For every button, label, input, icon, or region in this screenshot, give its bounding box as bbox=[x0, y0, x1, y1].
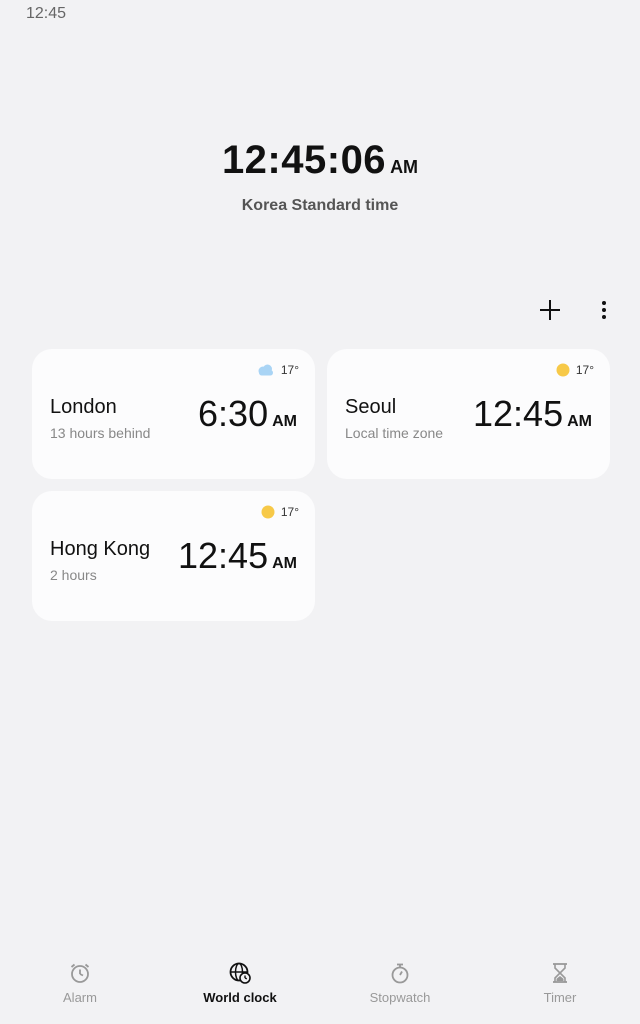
nav-tab-world-clock[interactable]: World clock bbox=[180, 962, 300, 1014]
weather-info: 17° bbox=[261, 505, 299, 519]
city-info: Hong Kong 2 hours bbox=[50, 538, 150, 583]
stopwatch-icon bbox=[391, 963, 409, 984]
city-time: 6:30 AM bbox=[198, 393, 297, 435]
sun-icon bbox=[261, 505, 275, 519]
city-time-value: 12:45 bbox=[178, 535, 269, 576]
nav-label: World clock bbox=[203, 990, 277, 1005]
city-time-ampm: AM bbox=[272, 413, 297, 430]
weather-info: 17° bbox=[257, 363, 299, 377]
sun-icon bbox=[556, 363, 570, 377]
city-info: Seoul Local time zone bbox=[345, 396, 443, 441]
more-vert-icon bbox=[602, 301, 606, 319]
nav-label: Alarm bbox=[63, 990, 97, 1005]
city-info: London 13 hours behind bbox=[50, 396, 150, 441]
hourglass-icon bbox=[553, 963, 567, 983]
city-time-ampm: AM bbox=[567, 413, 592, 430]
city-card-seoul[interactable]: 17° Seoul Local time zone 12:45 AM bbox=[327, 349, 610, 479]
add-city-button[interactable] bbox=[534, 292, 566, 328]
local-time: 12:45:06 bbox=[221, 138, 387, 182]
city-card-london[interactable]: 17° London 13 hours behind 6:30 AM bbox=[32, 349, 315, 479]
nav-tab-stopwatch[interactable]: Stopwatch bbox=[340, 962, 460, 1014]
city-name: Hong Kong bbox=[50, 538, 151, 560]
alarm-clock-icon bbox=[70, 963, 90, 983]
local-ampm: AM bbox=[390, 157, 419, 177]
time-difference: Local time zone bbox=[345, 425, 444, 441]
city-name: Seoul bbox=[345, 396, 397, 418]
more-options-button[interactable] bbox=[588, 292, 620, 328]
nav-label: Stopwatch bbox=[369, 990, 431, 1005]
time-difference: 13 hours behind bbox=[50, 425, 151, 441]
local-timezone: Korea Standard time bbox=[241, 197, 399, 214]
city-time-ampm: AM bbox=[272, 555, 297, 572]
city-card-hong-kong[interactable]: 17° Hong Kong 2 hours 12:45 AM bbox=[32, 491, 315, 621]
local-clock: 12:45:06 AM Korea Standard time bbox=[0, 138, 640, 215]
weather-info: 17° bbox=[556, 363, 594, 377]
status-bar-time: 12:45 bbox=[26, 5, 67, 22]
temperature: 17° bbox=[575, 363, 594, 377]
time-difference: 2 hours bbox=[50, 567, 97, 583]
nav-label: Timer bbox=[543, 990, 577, 1005]
toolbar bbox=[534, 292, 620, 328]
cloud-icon bbox=[258, 364, 273, 376]
city-name: London bbox=[50, 396, 117, 418]
local-time-row: 12:45:06 AM bbox=[0, 138, 640, 183]
city-time: 12:45 AM bbox=[473, 393, 592, 435]
plus-icon bbox=[540, 300, 560, 320]
city-time-value: 12:45 bbox=[473, 393, 564, 434]
nav-tab-timer[interactable]: Timer bbox=[500, 962, 620, 1014]
city-cards: 17° London 13 hours behind 6:30 AM 17° S… bbox=[32, 349, 610, 621]
temperature: 17° bbox=[280, 505, 299, 519]
globe-clock-icon bbox=[229, 962, 251, 984]
city-time: 12:45 AM bbox=[178, 535, 297, 577]
city-time-value: 6:30 bbox=[198, 393, 269, 434]
temperature: 17° bbox=[280, 363, 299, 377]
bottom-navigation: Alarm World clock Stopwatch Timer bbox=[0, 962, 640, 1014]
nav-tab-alarm[interactable]: Alarm bbox=[20, 962, 140, 1014]
